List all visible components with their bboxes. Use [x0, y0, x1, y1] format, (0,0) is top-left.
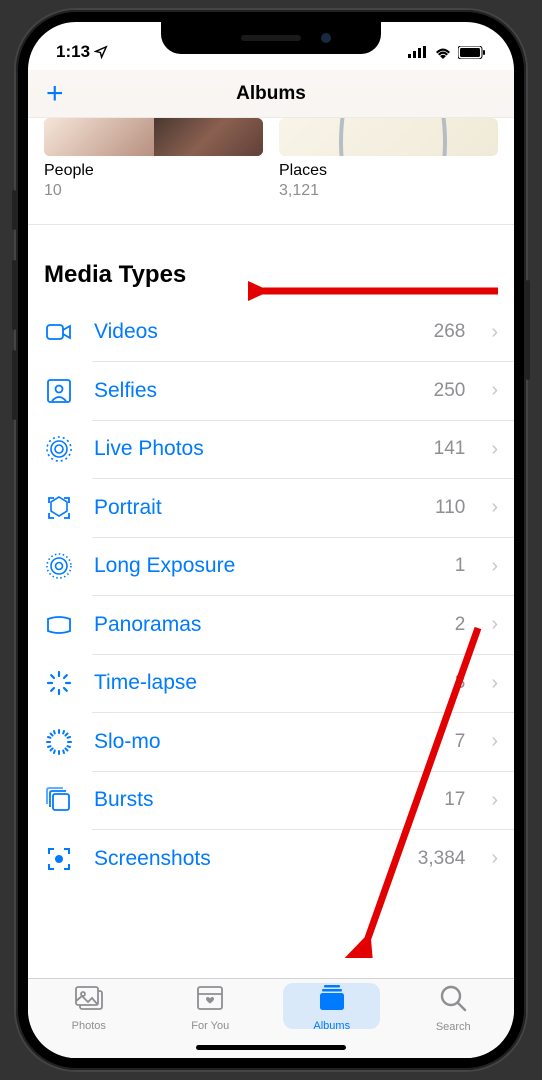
panorama-icon [44, 610, 74, 640]
media-count: 141 [434, 438, 466, 460]
album-label: People [44, 162, 263, 180]
tab-label: For You [191, 1020, 229, 1032]
battery-icon [458, 46, 486, 59]
burst-icon [44, 785, 74, 815]
album-places[interactable]: Places 3,121 [279, 118, 498, 200]
album-count: 10 [44, 182, 263, 200]
screenshot-icon [44, 844, 74, 874]
media-label: Slo-mo [94, 730, 435, 754]
tab-label: Albums [313, 1020, 350, 1032]
album-label: Places [279, 162, 498, 180]
cellular-icon [408, 46, 428, 58]
media-row-livephoto[interactable]: Live Photos 141 › [28, 420, 514, 478]
media-label: Screenshots [94, 847, 398, 871]
portrait-icon [44, 493, 74, 523]
tab-foryou[interactable]: For You [150, 979, 272, 1038]
media-row-slomo[interactable]: Slo-mo 7 › [28, 713, 514, 771]
content[interactable]: People 10 Places 3,121 Media Types Video… [28, 118, 514, 978]
media-count: 7 [455, 731, 466, 753]
media-count: 3 [455, 672, 466, 694]
album-count: 3,121 [279, 182, 498, 200]
chevron-right-icon: › [491, 555, 498, 578]
media-count: 110 [435, 497, 465, 519]
timelapse-icon [44, 668, 74, 698]
media-row-burst[interactable]: Bursts 17 › [28, 771, 514, 829]
media-count: 17 [444, 789, 465, 811]
media-row-panorama[interactable]: Panoramas 2 › [28, 596, 514, 654]
chevron-right-icon: › [491, 789, 498, 812]
home-indicator[interactable] [196, 1045, 346, 1050]
longexposure-icon [44, 551, 74, 581]
media-count: 2 [455, 614, 466, 636]
media-label: Time-lapse [94, 671, 435, 695]
chevron-right-icon: › [491, 321, 498, 344]
media-label: Portrait [94, 496, 415, 520]
album-thumbs-row: People 10 Places 3,121 [28, 118, 514, 200]
media-count: 250 [434, 380, 466, 402]
media-row-longexposure[interactable]: Long Exposure 1 › [28, 537, 514, 595]
selfie-icon [44, 376, 74, 406]
chevron-right-icon: › [491, 672, 498, 695]
notch [161, 22, 381, 54]
media-label: Videos [94, 320, 414, 344]
section-header-media-types: Media Types [28, 224, 514, 303]
video-icon [44, 317, 74, 347]
foryou-icon [196, 985, 224, 1018]
tab-label: Photos [72, 1020, 106, 1032]
status-time: 1:13 [56, 42, 90, 62]
album-thumbnail [44, 118, 263, 156]
search-icon [439, 984, 467, 1019]
page-title: Albums [236, 83, 306, 105]
tab-albums[interactable]: Albums [271, 979, 393, 1038]
tab-label: Search [436, 1021, 471, 1033]
status-right [408, 46, 486, 59]
chevron-right-icon: › [491, 496, 498, 519]
media-count: 1 [455, 555, 466, 577]
albums-icon [317, 985, 347, 1018]
media-types-list: Videos268›Selfies250›Live Photos141›Port… [28, 303, 514, 888]
nav-header: + Albums [28, 70, 514, 118]
tab-photos[interactable]: Photos [28, 979, 150, 1038]
location-arrow-icon [94, 45, 108, 59]
tab-search[interactable]: Search [393, 979, 515, 1038]
media-label: Long Exposure [94, 554, 435, 578]
album-people[interactable]: People 10 [44, 118, 263, 200]
chevron-right-icon: › [491, 438, 498, 461]
media-row-portrait[interactable]: Portrait 110 › [28, 479, 514, 537]
chevron-right-icon: › [491, 613, 498, 636]
album-thumbnail [279, 118, 498, 156]
livephoto-icon [44, 434, 74, 464]
media-count: 268 [434, 321, 466, 343]
media-row-screenshot[interactable]: Screenshots 3,384 › [28, 830, 514, 888]
add-button[interactable]: + [46, 77, 64, 111]
wifi-icon [434, 46, 452, 59]
media-row-video[interactable]: Videos 268 › [28, 303, 514, 361]
media-label: Live Photos [94, 437, 414, 461]
media-label: Bursts [94, 788, 424, 812]
slomo-icon [44, 727, 74, 757]
media-label: Panoramas [94, 613, 435, 637]
media-row-selfie[interactable]: Selfies 250 › [28, 362, 514, 420]
photos-icon [74, 985, 104, 1018]
chevron-right-icon: › [491, 847, 498, 870]
chevron-right-icon: › [491, 730, 498, 753]
media-label: Selfies [94, 379, 414, 403]
chevron-right-icon: › [491, 379, 498, 402]
screen: 1:13 + Albums People 10 [28, 22, 514, 1058]
media-row-timelapse[interactable]: Time-lapse 3 › [28, 654, 514, 712]
media-count: 3,384 [418, 848, 466, 870]
phone-frame: 1:13 + Albums People 10 [16, 10, 526, 1070]
